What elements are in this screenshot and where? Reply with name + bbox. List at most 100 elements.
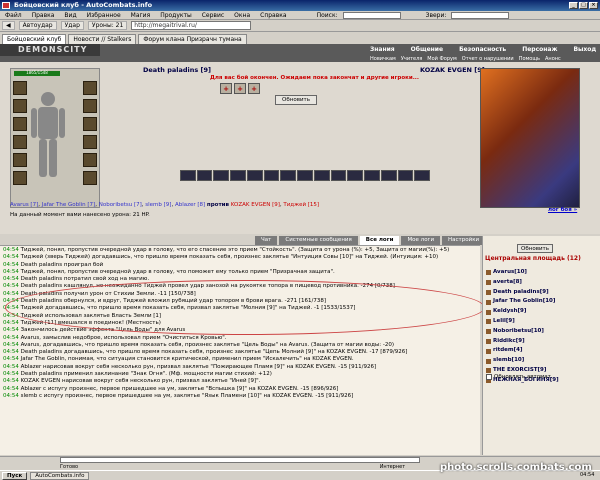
action-slot-plus[interactable]: + bbox=[220, 83, 232, 94]
player-item[interactable]: Keldysh[9] bbox=[486, 307, 596, 317]
tab-forum[interactable]: Форум клана Призрачн тумана bbox=[138, 34, 247, 44]
player-item[interactable]: Noboribetsu[10] bbox=[486, 327, 596, 337]
equip-slot[interactable] bbox=[13, 99, 27, 113]
player-item[interactable]: Jafar The Goblin[10] bbox=[486, 297, 596, 307]
damage-button[interactable]: Уроны: 21 bbox=[87, 21, 128, 30]
equip-slot[interactable] bbox=[83, 81, 97, 95]
player-name[interactable]: Keldysh[9] bbox=[493, 307, 526, 317]
enemy-member[interactable]: Тиджей [15] bbox=[283, 202, 319, 208]
effect-icon[interactable] bbox=[364, 170, 380, 181]
chat-input[interactable] bbox=[60, 457, 420, 463]
tab-chat[interactable]: Чат bbox=[255, 236, 278, 245]
effect-icon[interactable] bbox=[180, 170, 196, 181]
opponent-name[interactable]: KOZAK EVGEN [9] bbox=[420, 66, 485, 74]
tab-system[interactable]: Системные сообщения bbox=[279, 236, 358, 245]
menu-view[interactable]: Вид bbox=[59, 11, 81, 19]
auto-strike-button[interactable]: Автоудар bbox=[18, 21, 57, 30]
menu-products[interactable]: Продукты bbox=[155, 11, 197, 19]
minimize-button[interactable]: _ bbox=[569, 2, 578, 9]
tab-all-logs[interactable]: Все логи bbox=[359, 236, 400, 245]
maximize-button[interactable]: □ bbox=[579, 2, 588, 9]
auto-refresh-checkbox[interactable] bbox=[486, 374, 492, 380]
player-item[interactable]: Death paladins[9] bbox=[486, 288, 596, 298]
player-name[interactable]: slemb[10] bbox=[493, 356, 524, 366]
menu-file[interactable]: Файл bbox=[0, 11, 27, 19]
equip-slot[interactable] bbox=[13, 153, 27, 167]
tab-fightclub[interactable]: Бойцовский клуб bbox=[2, 34, 67, 44]
player-item[interactable]: averta[8] bbox=[486, 278, 596, 288]
effect-icon[interactable] bbox=[246, 170, 263, 181]
player-name[interactable]: Jafar The Goblin[10] bbox=[493, 297, 555, 307]
player-name[interactable]: Lelil[9] bbox=[493, 317, 515, 327]
effect-icon[interactable] bbox=[297, 170, 313, 181]
player-name[interactable]: ritdem[4] bbox=[493, 346, 522, 356]
battle-log-link[interactable]: лог боя » bbox=[548, 207, 577, 213]
nav-communication[interactable]: Общение bbox=[411, 46, 443, 53]
team-member[interactable]: Avarus [7] bbox=[10, 202, 38, 208]
log-time: 04:54 bbox=[3, 290, 19, 297]
back-button[interactable]: ◀ bbox=[2, 21, 15, 30]
effect-icon[interactable] bbox=[230, 170, 246, 181]
team-member[interactable]: Ablazer [8] bbox=[175, 202, 205, 208]
player-name[interactable]: Death paladins[9] bbox=[493, 288, 549, 298]
player-item[interactable]: slemb[10] bbox=[486, 356, 596, 366]
address-bar[interactable]: http://megaitrival.ru/ bbox=[131, 21, 252, 30]
effect-icon[interactable] bbox=[330, 170, 347, 181]
effect-icon[interactable] bbox=[397, 170, 414, 181]
equip-slot[interactable] bbox=[83, 135, 97, 149]
character-name[interactable]: Death paladins [9] bbox=[143, 66, 211, 74]
refresh-button[interactable]: Обновить bbox=[517, 244, 553, 253]
menu-help[interactable]: Справка bbox=[255, 11, 291, 19]
tab-news[interactable]: Новости // Stalkers bbox=[68, 34, 137, 44]
enemy-member[interactable]: KOZAK EVGEN [9] bbox=[231, 202, 280, 208]
tab-my-logs[interactable]: Мое логи bbox=[401, 236, 441, 245]
nav-knowledge[interactable]: Знания bbox=[370, 46, 395, 53]
update-button[interactable]: Обновить bbox=[275, 95, 317, 105]
auto-refresh-toggle[interactable]: Обновлять автомат. bbox=[486, 374, 553, 380]
effect-icon[interactable] bbox=[347, 170, 364, 181]
equip-slot[interactable] bbox=[13, 135, 27, 149]
effect-icon[interactable] bbox=[414, 170, 431, 181]
team-member[interactable]: Noboribetsu [7] bbox=[99, 202, 142, 208]
close-button[interactable]: × bbox=[589, 2, 598, 9]
equip-slot[interactable] bbox=[83, 117, 97, 131]
equip-slot[interactable] bbox=[13, 171, 27, 185]
start-button[interactable]: Пуск bbox=[2, 471, 28, 480]
menu-tools[interactable]: Сервис bbox=[197, 11, 229, 19]
equip-slot[interactable] bbox=[13, 117, 27, 131]
effect-icon[interactable] bbox=[280, 170, 297, 181]
strike-button[interactable]: Удар bbox=[60, 21, 84, 30]
effect-icon[interactable] bbox=[196, 170, 213, 181]
equip-slot[interactable] bbox=[83, 171, 97, 185]
menu-favorites[interactable]: Избранное bbox=[82, 11, 126, 19]
player-name[interactable]: Avarus[10] bbox=[493, 268, 527, 278]
team-member[interactable]: slemb [9] bbox=[145, 202, 171, 208]
tab-settings[interactable]: Настройки bbox=[442, 236, 486, 245]
nav-security[interactable]: Безопасность bbox=[459, 46, 506, 53]
player-item[interactable]: ritdem[4] bbox=[486, 346, 596, 356]
nav-exit[interactable]: Выход bbox=[573, 46, 596, 53]
action-slot-plus[interactable]: + bbox=[234, 83, 246, 94]
menu-magic[interactable]: Магия bbox=[126, 11, 156, 19]
search-input[interactable] bbox=[342, 12, 401, 19]
player-item[interactable]: Lelil[9] bbox=[486, 317, 596, 327]
player-item[interactable]: Riddikc[9] bbox=[486, 337, 596, 347]
team-member[interactable]: Jafar The Goblin [7] bbox=[42, 202, 96, 208]
nav-character[interactable]: Персонаж bbox=[522, 46, 557, 53]
effect-icon[interactable] bbox=[380, 170, 397, 181]
equip-slot[interactable] bbox=[13, 81, 27, 95]
taskbar-window[interactable]: AutoCombats.info bbox=[30, 471, 90, 480]
menu-edit[interactable]: Правка bbox=[27, 11, 60, 19]
target-select[interactable] bbox=[451, 12, 510, 19]
equip-slot[interactable] bbox=[83, 153, 97, 167]
effect-icon[interactable] bbox=[213, 170, 230, 181]
equip-slot[interactable] bbox=[83, 99, 97, 113]
player-name[interactable]: Noboribetsu[10] bbox=[493, 327, 544, 337]
player-name[interactable]: Riddikc[9] bbox=[493, 337, 525, 347]
effect-icon[interactable] bbox=[313, 170, 330, 181]
player-name[interactable]: averta[8] bbox=[493, 278, 522, 288]
player-item[interactable]: Avarus[10] bbox=[486, 268, 596, 278]
effect-icon[interactable] bbox=[263, 170, 280, 181]
action-slot-plus[interactable]: + bbox=[248, 83, 260, 94]
menu-windows[interactable]: Окна bbox=[229, 11, 255, 19]
